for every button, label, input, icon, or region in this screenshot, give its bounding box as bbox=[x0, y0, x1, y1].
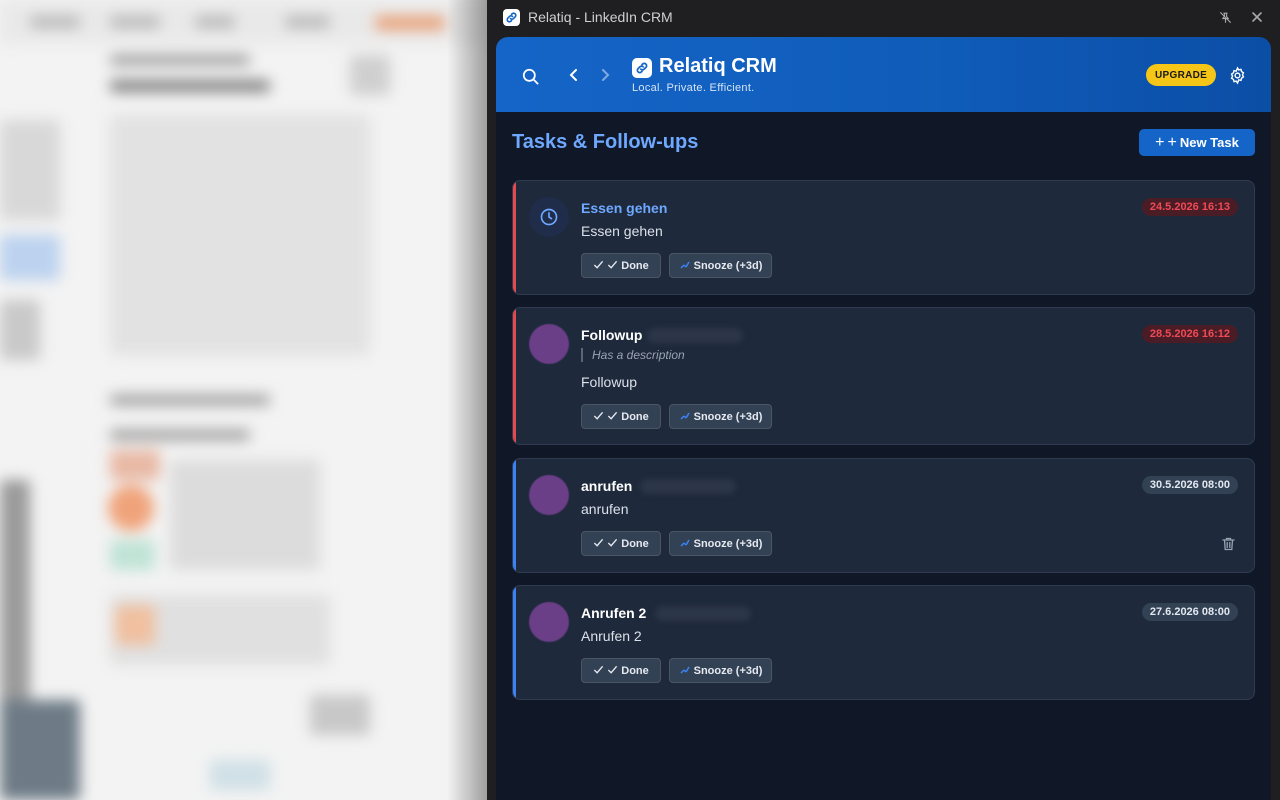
done-label: Done bbox=[621, 259, 649, 272]
priority-bar bbox=[513, 308, 516, 444]
app-header: Relatiq CRM Local. Private. Efficient. U… bbox=[496, 37, 1271, 112]
search-icon[interactable] bbox=[518, 64, 542, 88]
crm-panel: Relatiq CRM Local. Private. Efficient. U… bbox=[496, 37, 1271, 800]
done-button[interactable]: Done bbox=[581, 253, 661, 278]
snooze-label: Snooze (+3d) bbox=[693, 259, 763, 272]
check-icon bbox=[593, 410, 604, 424]
snooze-button[interactable]: Snooze (+3d) bbox=[669, 531, 772, 556]
check-icon bbox=[593, 537, 604, 551]
link-icon bbox=[503, 8, 520, 26]
task-title[interactable]: Essen gehen bbox=[581, 200, 667, 216]
background-app bbox=[0, 0, 487, 800]
priority-bar bbox=[513, 586, 516, 699]
task-card: anrufen 30.5.2026 08:00 anrufen Done Sno… bbox=[512, 458, 1255, 573]
task-title[interactable]: Followup bbox=[581, 327, 642, 343]
task-card: Essen gehen 24.5.2026 16:13 Essen gehen … bbox=[512, 180, 1255, 295]
task-description: Essen gehen bbox=[581, 223, 663, 239]
done-label: Done bbox=[621, 664, 649, 677]
pin-icon[interactable] bbox=[1217, 9, 1233, 25]
task-description: anrufen bbox=[581, 501, 629, 517]
snooze-button[interactable]: Snooze (+3d) bbox=[669, 658, 772, 683]
priority-bar bbox=[513, 181, 516, 294]
task-title[interactable]: anrufen bbox=[581, 478, 632, 494]
app-window: Relatiq - LinkedIn CRM Relatiq CRM Local… bbox=[487, 0, 1280, 800]
brand-subtitle: Local. Private. Efficient. bbox=[632, 82, 755, 94]
brand-logo-icon bbox=[632, 58, 652, 78]
new-task-button[interactable]: + + New Task bbox=[1139, 129, 1255, 156]
title-bar: Relatiq - LinkedIn CRM bbox=[487, 0, 1280, 34]
check-icon bbox=[607, 537, 618, 551]
done-label: Done bbox=[621, 537, 649, 550]
snooze-icon bbox=[679, 536, 691, 551]
done-button[interactable]: Done bbox=[581, 658, 661, 683]
task-due-badge: 30.5.2026 08:00 bbox=[1141, 476, 1238, 494]
task-card: Followup 28.5.2026 16:12 Has a descripti… bbox=[512, 307, 1255, 445]
clock-icon bbox=[529, 197, 569, 237]
task-title[interactable]: Anrufen 2 bbox=[581, 605, 646, 621]
plus-icon: + bbox=[1167, 133, 1177, 151]
gear-icon[interactable] bbox=[1226, 64, 1248, 86]
done-button[interactable]: Done bbox=[581, 531, 661, 556]
snooze-label: Snooze (+3d) bbox=[693, 410, 763, 423]
task-due-badge: 24.5.2026 16:13 bbox=[1141, 198, 1238, 216]
priority-bar bbox=[513, 459, 516, 572]
avatar[interactable] bbox=[529, 602, 569, 642]
close-icon[interactable] bbox=[1249, 9, 1265, 25]
brand-title: Relatiq CRM bbox=[659, 55, 777, 77]
check-icon bbox=[607, 664, 618, 678]
chevron-left-icon[interactable] bbox=[565, 66, 583, 84]
check-icon bbox=[593, 664, 604, 678]
snooze-button[interactable]: Snooze (+3d) bbox=[669, 404, 772, 429]
snooze-button[interactable]: Snooze (+3d) bbox=[669, 253, 772, 278]
check-icon bbox=[593, 259, 604, 273]
window-title: Relatiq - LinkedIn CRM bbox=[528, 9, 673, 25]
done-label: Done bbox=[621, 410, 649, 423]
check-icon bbox=[607, 410, 618, 424]
redacted-contact bbox=[647, 328, 743, 343]
snooze-label: Snooze (+3d) bbox=[693, 664, 763, 677]
chevron-right-icon[interactable] bbox=[596, 66, 614, 84]
task-description: Anrufen 2 bbox=[581, 628, 642, 644]
snooze-icon bbox=[679, 663, 691, 678]
task-description: Followup bbox=[581, 374, 638, 390]
new-task-label: New Task bbox=[1179, 135, 1239, 150]
check-icon bbox=[607, 259, 618, 273]
avatar[interactable] bbox=[529, 475, 569, 515]
snooze-icon bbox=[679, 258, 691, 273]
done-button[interactable]: Done bbox=[581, 404, 661, 429]
task-due-badge: 27.6.2026 08:00 bbox=[1141, 603, 1238, 621]
plus-icon: + bbox=[1155, 133, 1165, 151]
task-meta-note: Has a description bbox=[581, 348, 685, 362]
avatar[interactable] bbox=[529, 324, 569, 364]
snooze-label: Snooze (+3d) bbox=[693, 537, 763, 550]
task-due-badge: 28.5.2026 16:12 bbox=[1141, 325, 1238, 343]
upgrade-button[interactable]: UPGRADE bbox=[1146, 64, 1217, 86]
task-card: Anrufen 2 27.6.2026 08:00 Anrufen 2 Done… bbox=[512, 585, 1255, 700]
snooze-icon bbox=[679, 409, 691, 424]
trash-icon[interactable] bbox=[1220, 536, 1236, 552]
redacted-contact bbox=[655, 606, 751, 621]
redacted-contact bbox=[640, 479, 736, 494]
page-title: Tasks & Follow-ups bbox=[512, 131, 699, 153]
